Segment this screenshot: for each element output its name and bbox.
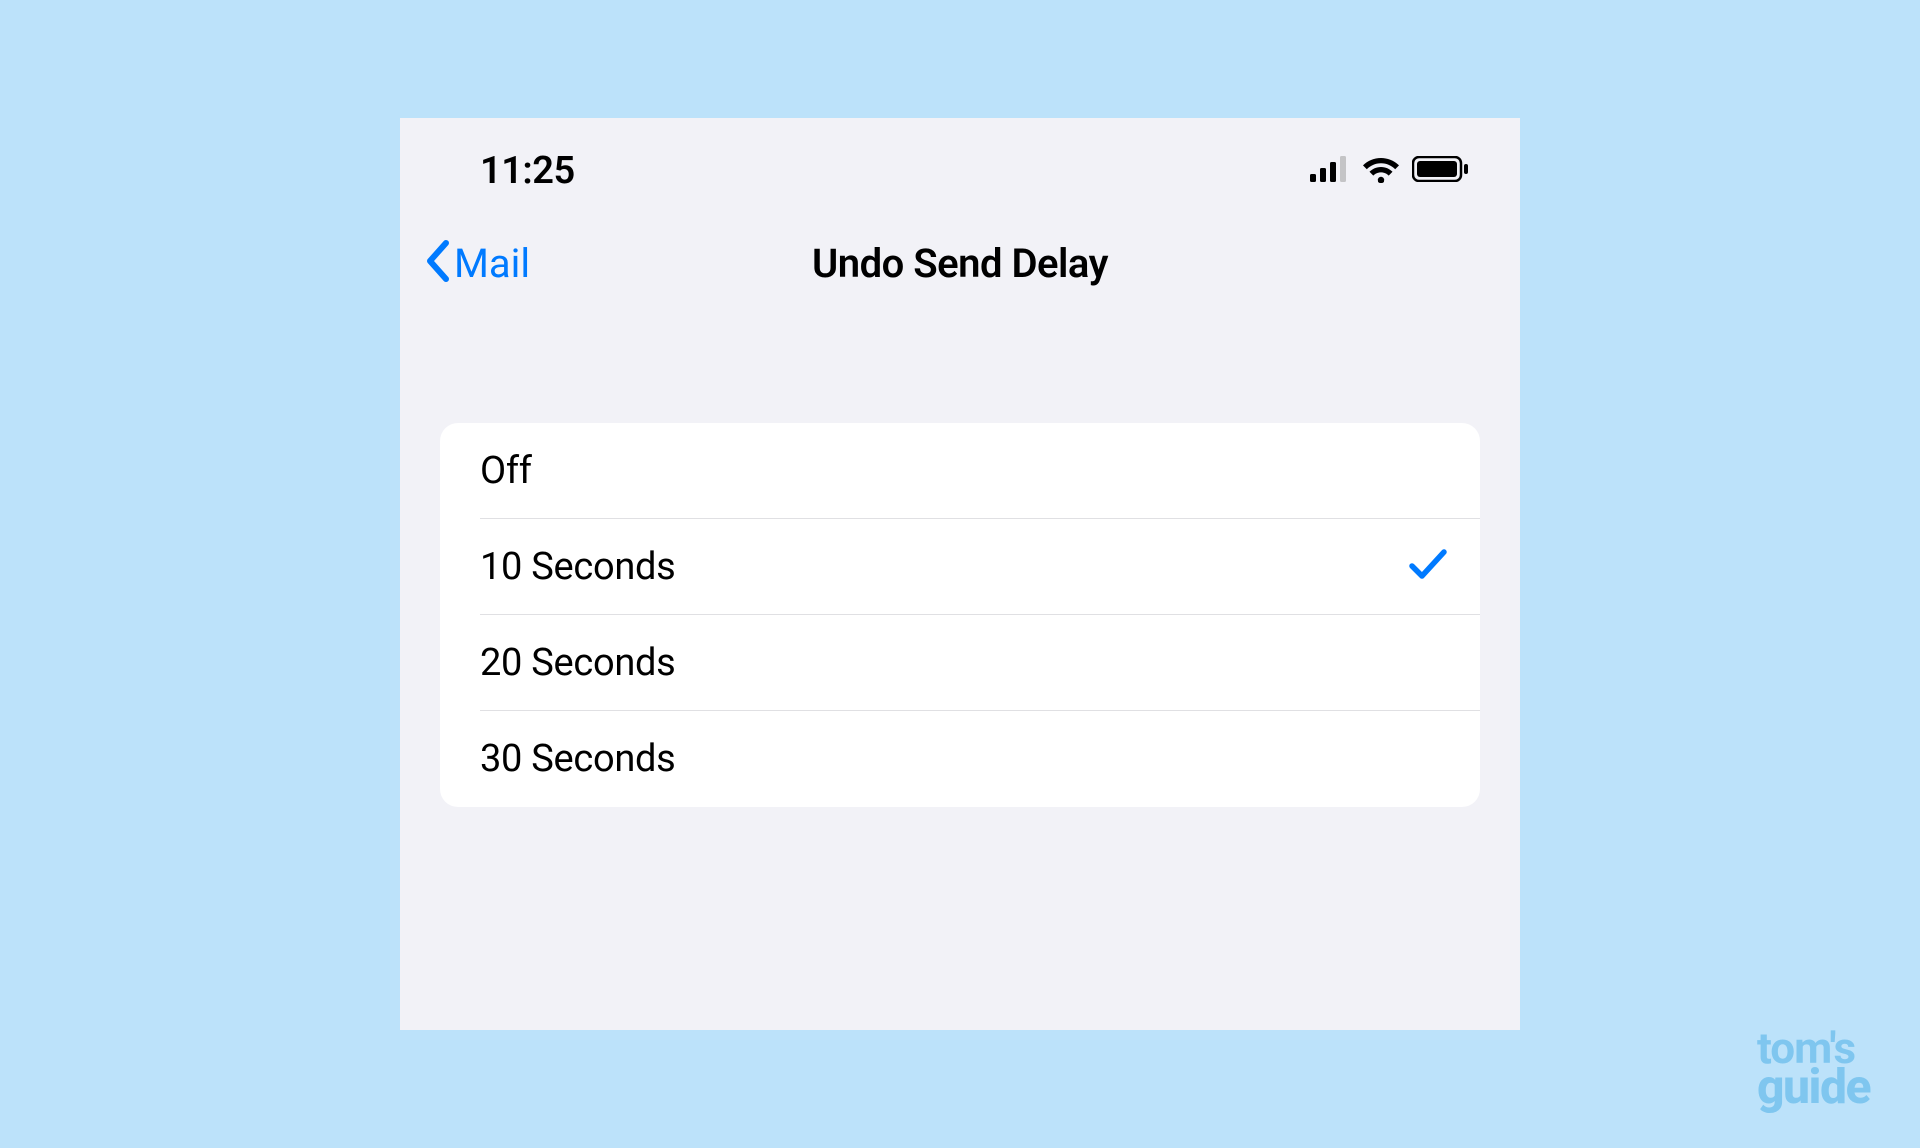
option-label: 10 Seconds <box>480 545 675 589</box>
option-20-seconds[interactable]: 20 Seconds <box>440 615 1480 711</box>
page-title: Undo Send Delay <box>812 240 1108 287</box>
status-time: 11:25 <box>480 149 575 193</box>
cellular-icon <box>1310 156 1350 186</box>
status-icons <box>1310 155 1470 187</box>
option-off[interactable]: Off <box>440 423 1480 519</box>
option-10-seconds[interactable]: 10 Seconds <box>440 519 1480 615</box>
settings-group: Off 10 Seconds 20 Seconds 30 Seconds <box>440 423 1480 807</box>
status-bar: 11:25 <box>400 118 1520 213</box>
option-30-seconds[interactable]: 30 Seconds <box>440 711 1480 807</box>
watermark-logo: tom's guide <box>1757 1030 1870 1108</box>
watermark-line2: guide <box>1757 1067 1870 1108</box>
back-button[interactable]: Mail <box>424 239 530 287</box>
nav-bar: Mail Undo Send Delay <box>400 213 1520 333</box>
battery-icon <box>1412 156 1470 186</box>
back-chevron-icon <box>424 239 452 287</box>
checkmark-icon <box>1408 546 1448 588</box>
phone-screen: 11:25 <box>400 118 1520 1030</box>
option-label: Off <box>480 449 532 493</box>
option-label: 20 Seconds <box>480 641 675 685</box>
back-label: Mail <box>454 240 530 287</box>
option-label: 30 Seconds <box>480 737 675 781</box>
wifi-icon <box>1362 155 1400 187</box>
